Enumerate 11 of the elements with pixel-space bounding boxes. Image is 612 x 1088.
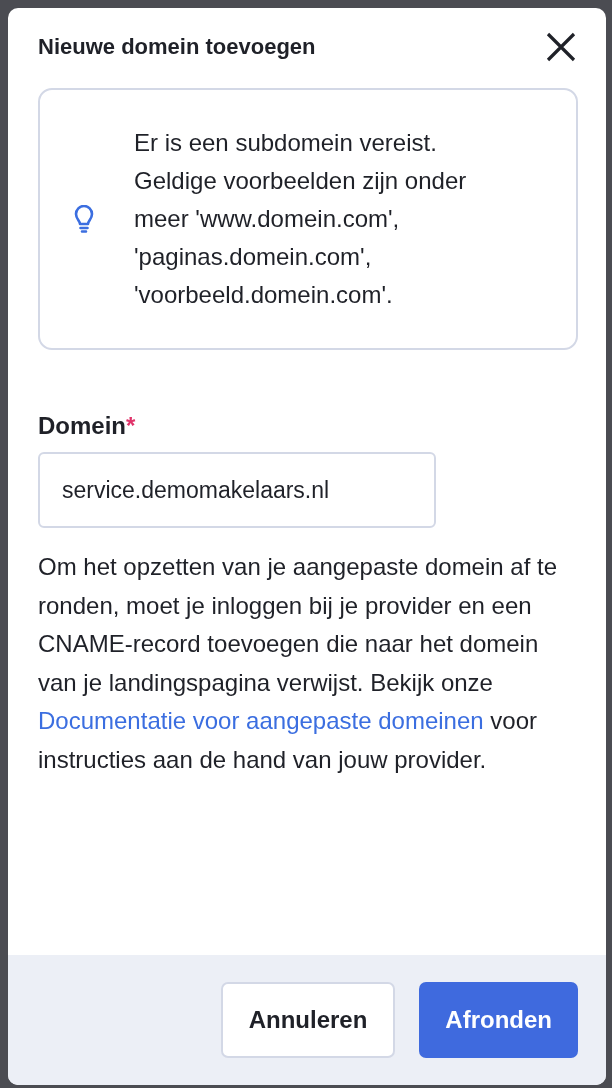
cancel-button[interactable]: Annuleren (220, 982, 396, 1058)
field-label: Domein* (38, 412, 137, 440)
tip-text: Er is een subdomein vereist. Geldige voorbeelden zijn onder meer 'www.domein.com', 'paginas.domein.com', 'voorbeeld.domein.com'. (134, 128, 468, 310)
domain-field[interactable]: service.demomakelaars.nl (38, 452, 436, 528)
required-mark: * (126, 412, 136, 439)
dialog-title: Nieuwe domein toevoegen (38, 34, 316, 60)
help-text: Om het opzetten van je aangepaste domein af te ronden, moet je inloggen bij je provider en een CNAME-record toevoegen die naar het domein van je landingspagina verwijst. Bekijk onze Documentatie voor aangepaste domeinen voor instructies aan de hand van jouw provider. (38, 552, 558, 775)
close-button[interactable] (544, 30, 578, 64)
lightbulb-icon (74, 205, 94, 233)
documentation-link[interactable]: Documentatie voor aangepaste domeinen (38, 707, 484, 734)
confirm-button[interactable]: Afronden (419, 982, 578, 1058)
